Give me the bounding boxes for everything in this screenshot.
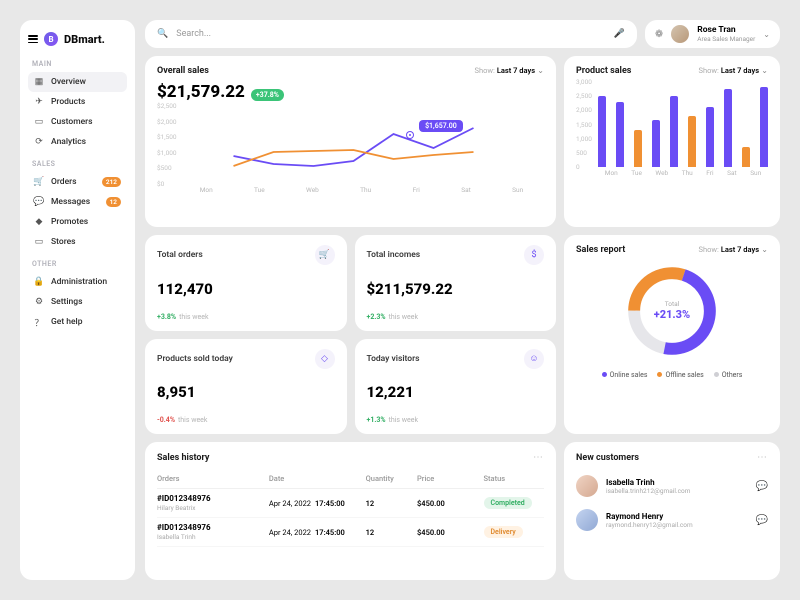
- nav-analytics[interactable]: ⟳Analytics: [28, 132, 127, 152]
- store-icon: ▭: [34, 237, 44, 247]
- tag-icon: ◆: [34, 217, 44, 227]
- card-today-visitors: Today visitors☺ 12,221 +1.3%this week: [355, 339, 557, 435]
- total-orders-value: 112,470: [157, 280, 335, 298]
- gear-icon: ⚙: [34, 297, 44, 307]
- nav-section-other: OTHER: [32, 260, 127, 268]
- card-product-sales: Product sales Show:Last 7 days ⌄ 3,000 2…: [564, 56, 780, 227]
- chevron-down-icon[interactable]: ⌄: [537, 66, 544, 75]
- chat-icon[interactable]: 💬: [756, 515, 768, 526]
- chevron-down-icon[interactable]: ⌄: [763, 30, 770, 39]
- overall-title: Overall sales: [157, 66, 209, 76]
- grid-icon: ▦: [34, 77, 44, 87]
- nav-help[interactable]: ？Get help: [28, 312, 127, 332]
- search-icon: 🔍: [157, 29, 168, 39]
- user-card-icon: ▭: [34, 117, 44, 127]
- search-placeholder: Search...: [176, 29, 211, 39]
- card-overall-sales: Overall sales Show:Last 7 days ⌄ $21,579…: [145, 56, 556, 227]
- brand-name: DBmart.: [64, 33, 105, 46]
- product-range-select[interactable]: Last 7 days: [721, 66, 759, 75]
- total-incomes-value: $211,579.22: [367, 280, 545, 298]
- products-sold-value: 8,951: [157, 383, 335, 401]
- user-name: Rose Tran: [697, 25, 755, 35]
- card-total-orders: Total orders🛒 112,470 +3.8%this week: [145, 235, 347, 331]
- today-visitors-value: 12,221: [367, 383, 545, 401]
- donut-legend: Online sales Offline sales Others: [602, 371, 743, 379]
- avatar: [576, 475, 598, 497]
- sidebar: B DBmart. MAIN ▦Overview ✈Products ▭Cust…: [20, 20, 135, 580]
- chevron-down-icon[interactable]: ⌄: [761, 66, 768, 75]
- logo-icon: B: [44, 32, 58, 46]
- refresh-icon: ⟳: [34, 137, 44, 147]
- customer-row[interactable]: Isabella Trinhisabella.trinh212@gmail.co…: [576, 469, 768, 503]
- history-table-header: OrdersDateQuantityPriceStatus: [157, 469, 544, 489]
- help-icon: ？: [34, 317, 44, 327]
- card-new-customers: New customers ⋯ Isabella Trinhisabella.t…: [564, 442, 780, 580]
- customer-row[interactable]: Raymond Henryraymond.henry12@gmail.com 💬: [576, 503, 768, 537]
- orders-badge: 212: [102, 177, 121, 187]
- topbar-user: ❁ Rose Tran Area Sales Manager ⌄: [645, 20, 780, 48]
- nav-stores[interactable]: ▭Stores: [28, 232, 127, 252]
- nav-customers[interactable]: ▭Customers: [28, 112, 127, 132]
- nav-section-sales: SALES: [32, 160, 127, 168]
- dollar-icon: $: [524, 245, 544, 265]
- card-total-incomes: Total incomes$ $211,579.22 +2.3%this wee…: [355, 235, 557, 331]
- overall-delta: +37.8%: [251, 89, 284, 101]
- card-products-sold: Products sold today◇ 8,951 -0.4%this wee…: [145, 339, 347, 435]
- nav-messages[interactable]: 💬Messages12: [28, 192, 127, 212]
- product-bar-chart: [576, 82, 768, 167]
- nav-administration[interactable]: 🔒Administration: [28, 272, 127, 292]
- overall-line-chart: $2,500 $2,000 $1,500 $1,000 $500 $0 $1,6…: [157, 106, 544, 184]
- status-badge: Completed: [484, 497, 532, 509]
- nav-promotes[interactable]: ◆Promotes: [28, 212, 127, 232]
- user-role: Area Sales Manager: [697, 35, 755, 43]
- card-sales-history: Sales history ⋯ OrdersDateQuantityPriceS…: [145, 442, 556, 580]
- history-row[interactable]: #ID012348976Isabella Trinh Apr 24, 20221…: [157, 518, 544, 547]
- status-badge: Delivery: [484, 526, 523, 538]
- nav-products[interactable]: ✈Products: [28, 92, 127, 112]
- nav-overview[interactable]: ▦Overview: [28, 72, 127, 92]
- more-icon[interactable]: ⋯: [533, 452, 544, 463]
- chat-icon: 💬: [34, 197, 44, 207]
- more-icon[interactable]: ⋯: [757, 452, 768, 463]
- notifications-icon[interactable]: ❁: [655, 29, 663, 40]
- nav-orders[interactable]: 🛒Orders212: [28, 172, 127, 192]
- avatar: [576, 509, 598, 531]
- chart-tooltip: $1,657.00: [419, 120, 463, 132]
- cart-icon: 🛒: [315, 245, 335, 265]
- lock-icon: 🔒: [34, 277, 44, 287]
- avatar[interactable]: [671, 25, 689, 43]
- sales-report-total: +21.3%: [654, 308, 690, 321]
- cart-icon: 🛒: [34, 177, 44, 187]
- overall-range-select[interactable]: Last 7 days: [497, 66, 535, 75]
- chevron-down-icon[interactable]: ⌄: [761, 245, 768, 254]
- search-input[interactable]: 🔍 Search... 🎤: [145, 20, 637, 48]
- messages-badge: 12: [106, 197, 121, 207]
- nav-settings[interactable]: ⚙Settings: [28, 292, 127, 312]
- overall-value: $21,579.22: [157, 82, 245, 102]
- smile-icon: ☺: [524, 349, 544, 369]
- chat-icon[interactable]: 💬: [756, 481, 768, 492]
- mic-icon[interactable]: 🎤: [614, 29, 625, 39]
- user-icon: ◇: [315, 349, 335, 369]
- report-range-select[interactable]: Last 7 days: [721, 245, 759, 254]
- menu-icon[interactable]: [28, 35, 38, 43]
- rocket-icon: ✈: [34, 97, 44, 107]
- product-sales-title: Product sales: [576, 66, 631, 76]
- sales-donut-chart: Total +21.3%: [622, 261, 722, 361]
- card-sales-report: Sales report Show:Last 7 days ⌄ Total +2…: [564, 235, 780, 435]
- nav-section-main: MAIN: [32, 60, 127, 68]
- history-row[interactable]: #ID012348976Hilary Beatrix Apr 24, 20221…: [157, 489, 544, 518]
